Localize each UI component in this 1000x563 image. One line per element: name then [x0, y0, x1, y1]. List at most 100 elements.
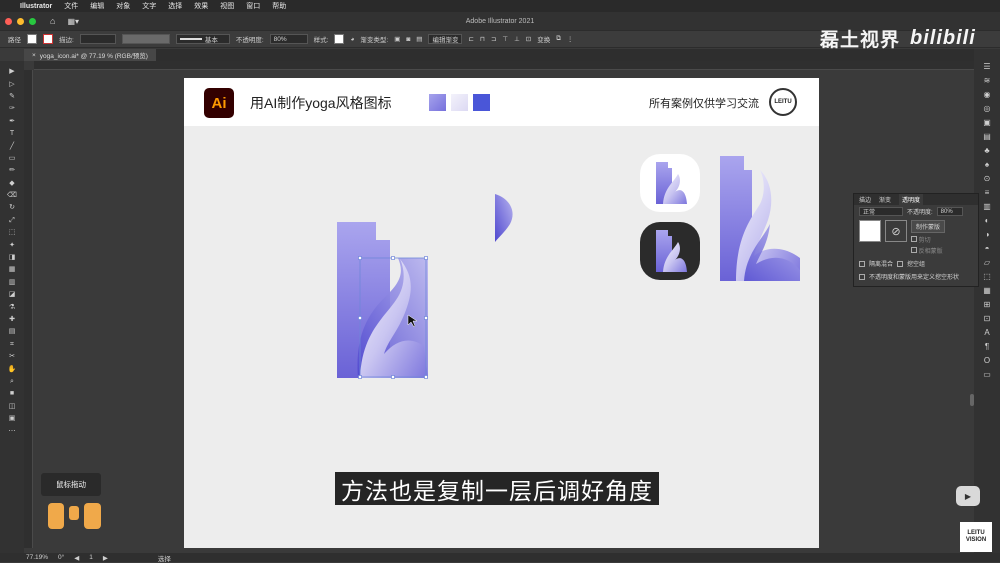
tab-gradient[interactable]: 渐变 [879, 195, 891, 204]
dock-panel-22-icon[interactable]: ▭ [981, 369, 993, 379]
dock-panel-8-icon[interactable]: ⊙ [981, 173, 993, 183]
artwork-thumbnail[interactable] [859, 220, 881, 242]
align-left-icon[interactable]: ⊏ [468, 35, 473, 43]
horizontal-ruler[interactable] [34, 61, 974, 70]
isolate-icon[interactable]: ⧉ [556, 35, 561, 43]
dock-panel-16-icon[interactable]: ▦ [981, 285, 993, 295]
tool-20-icon[interactable]: ✚ [7, 315, 17, 324]
tool-11-icon[interactable]: ↻ [7, 203, 17, 212]
artboard-navigator-prev-icon[interactable]: ◀ [74, 554, 79, 562]
tool-29-icon[interactable]: ⋯ [7, 426, 17, 435]
app-menu[interactable]: Illustrator [20, 3, 52, 10]
home-icon[interactable]: ⌂ [50, 16, 55, 26]
dock-panel-5-icon[interactable]: ▤ [981, 131, 993, 141]
menu-item-select[interactable]: 选择 [168, 1, 182, 11]
variable-width-field[interactable] [121, 34, 170, 44]
tool-13-icon[interactable]: ⬚ [7, 228, 17, 237]
tool-8-icon[interactable]: ✏ [7, 166, 17, 175]
app-icon-dark[interactable] [640, 222, 700, 280]
menu-item-window[interactable]: 窗口 [246, 1, 260, 11]
blend-mode-select[interactable]: 正常 [859, 207, 903, 216]
align-bottom-icon[interactable]: ⊡ [526, 35, 531, 43]
dock-panel-20-icon[interactable]: ¶ [981, 341, 993, 351]
invert-mask-checkbox[interactable] [911, 247, 917, 253]
tool-21-icon[interactable]: ▤ [7, 327, 17, 336]
tool-22-icon[interactable]: ⌗ [7, 340, 17, 349]
dock-panel-11-icon[interactable]: ◐ [981, 215, 993, 225]
vertical-scrollbar[interactable] [970, 394, 974, 406]
dock-panel-7-icon[interactable]: ♠ [981, 159, 993, 169]
align-right-icon[interactable]: ⊐ [491, 35, 496, 43]
detached-curve-shape[interactable] [495, 194, 513, 242]
align-center-icon[interactable]: ⊓ [480, 35, 485, 43]
dock-panel-19-icon[interactable]: A [981, 327, 993, 337]
fill-swatch[interactable] [27, 34, 37, 44]
tool-2-icon[interactable]: ✎ [7, 92, 17, 101]
dock-panel-1-icon[interactable]: ≋ [981, 75, 993, 85]
graphic-style-swatch[interactable] [334, 34, 345, 44]
tool-9-icon[interactable]: ◆ [7, 179, 17, 188]
stroke-swatch[interactable] [43, 34, 53, 44]
dock-panel-14-icon[interactable]: ▱ [981, 257, 993, 267]
close-window-button[interactable] [5, 17, 12, 25]
menu-item-effect[interactable]: 效果 [194, 1, 208, 11]
stroke-weight-field[interactable] [79, 34, 116, 44]
dock-panel-12-icon[interactable]: ◑ [981, 229, 993, 239]
tool-19-icon[interactable]: ⚗ [7, 302, 17, 311]
dock-panel-17-icon[interactable]: ⊞ [981, 299, 993, 309]
tool-15-icon[interactable]: ◨ [7, 253, 17, 262]
dock-panel-13-icon[interactable]: ◓ [981, 243, 993, 253]
menu-item-file[interactable]: 文件 [64, 1, 78, 11]
dock-panel-6-icon[interactable]: ♣ [981, 145, 993, 155]
rotation-field[interactable]: 0° [58, 554, 64, 561]
tool-1-icon[interactable]: ▷ [7, 79, 17, 88]
tool-25-icon[interactable]: ⌕ [7, 377, 17, 386]
opacity-field[interactable]: 80% [269, 34, 308, 44]
menu-item-help[interactable]: 帮助 [272, 1, 286, 11]
opacity-mask-checkbox[interactable] [859, 273, 865, 280]
transform-link[interactable]: 变换 [537, 34, 550, 44]
mask-thumbnail-none-icon[interactable]: ⊘ [885, 220, 907, 242]
tool-23-icon[interactable]: ✂ [7, 352, 17, 361]
artboard-navigator-next-icon[interactable]: ▶ [103, 554, 108, 562]
tool-10-icon[interactable]: ⌫ [7, 191, 17, 200]
large-icon-preview[interactable] [720, 156, 800, 281]
menu-item-type[interactable]: 文字 [142, 1, 156, 11]
align-top-icon[interactable]: ⊤ [502, 35, 508, 43]
tab-transparency[interactable]: 透明度 [899, 194, 924, 205]
freeform-gradient-icon[interactable]: ▤ [416, 35, 422, 43]
tool-26-icon[interactable]: ■ [7, 389, 17, 398]
tool-7-icon[interactable]: ▭ [7, 154, 17, 163]
brush-definition-field[interactable]: 基本 [175, 34, 230, 44]
close-tab-icon[interactable]: × [32, 52, 36, 59]
clip-checkbox[interactable] [911, 236, 917, 242]
vertical-ruler[interactable] [24, 70, 33, 548]
menu-item-object[interactable]: 对象 [116, 1, 130, 11]
isolate-blending-checkbox[interactable] [859, 260, 865, 267]
recolor-icon[interactable]: ◕ [350, 36, 354, 43]
tool-18-icon[interactable]: ◪ [7, 290, 17, 299]
main-yoga-icon[interactable] [337, 222, 428, 379]
tool-24-icon[interactable]: ✋ [7, 364, 17, 373]
dock-panel-10-icon[interactable]: ▥ [981, 201, 993, 211]
tool-5-icon[interactable]: T [7, 129, 17, 138]
menu-item-view[interactable]: 视图 [220, 1, 234, 11]
minimize-window-button[interactable] [17, 17, 24, 25]
tool-27-icon[interactable]: ◫ [7, 402, 17, 411]
radial-gradient-icon[interactable]: ◙ [406, 36, 410, 43]
document-tab[interactable]: × yoga_icon.ai* @ 77.19 % (RGB/预览) [24, 49, 156, 61]
tool-4-icon[interactable]: ✒ [7, 117, 17, 126]
dock-panel-0-icon[interactable]: ☰ [981, 61, 993, 71]
edit-gradient-button[interactable]: 编辑渐变 [428, 34, 463, 44]
zoom-level-field[interactable]: 77.19% [26, 554, 48, 561]
dock-panel-21-icon[interactable]: O [981, 355, 993, 365]
tool-0-icon[interactable]: ▶ [7, 67, 17, 76]
make-mask-button[interactable]: 制作蒙版 [911, 220, 946, 233]
tool-14-icon[interactable]: ✦ [7, 240, 17, 249]
tool-17-icon[interactable]: ▥ [7, 278, 17, 287]
dock-panel-15-icon[interactable]: ⬚ [981, 271, 993, 281]
linear-gradient-icon[interactable]: ▣ [394, 35, 400, 43]
tab-stroke[interactable]: 描边 [859, 195, 871, 204]
align-middle-icon[interactable]: ⊥ [514, 35, 520, 43]
tool-12-icon[interactable]: ⤢ [7, 216, 17, 225]
